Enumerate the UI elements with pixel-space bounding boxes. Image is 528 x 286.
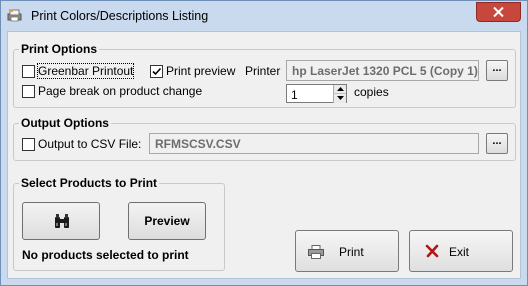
select-products-title: Select Products to Print [19,176,160,190]
greenbar-label[interactable]: Greenbar Printout [36,63,135,79]
print-preview-label[interactable]: Print preview [166,64,235,78]
print-button[interactable]: Print [295,230,399,272]
output-options-title: Output Options [19,116,111,130]
printer-field[interactable]: hp LaserJet 1320 PCL 5 (Copy 1) [286,60,479,81]
exit-button-label: Exit [449,245,470,259]
page-break-label[interactable]: Page break on product change [38,84,202,98]
csv-file-value: RFMSCSV.CSV [155,137,241,151]
output-options-group: Output Options Output to CSV File: RFMSC… [13,116,516,161]
copies-down-button[interactable] [333,94,346,103]
printer-browse-button[interactable]: ... [486,60,508,81]
csv-browse-button[interactable]: ... [486,133,508,154]
page-break-checkbox[interactable] [22,85,35,98]
close-button[interactable] [476,2,521,22]
title-bar[interactable]: Print Colors/Descriptions Listing [1,1,527,30]
printer-label: Printer [245,64,281,78]
print-options-group: Print Options Greenbar Printout Print pr… [13,42,516,108]
window-title: Print Colors/Descriptions Listing [31,9,209,23]
find-products-button[interactable] [22,202,100,240]
preview-button[interactable]: Preview [128,202,206,240]
copies-label: copies [354,85,389,99]
dialog-client-area: Print Options Greenbar Printout Print pr… [7,31,521,279]
selection-status: No products selected to print [22,248,189,262]
printer-value: hp LaserJet 1320 PCL 5 (Copy 1) [292,64,478,78]
dialog-window: Print Colors/Descriptions Listing Print … [0,0,528,286]
close-icon [493,7,504,17]
app-icon [7,8,23,22]
print-preview-checkbox[interactable] [150,65,163,78]
csv-file-field[interactable]: RFMSCSV.CSV [149,133,479,154]
printer-icon [308,245,324,262]
copies-value: 1 [291,88,298,102]
print-button-label: Print [339,245,364,259]
exit-button[interactable]: Exit [409,230,513,272]
csv-label[interactable]: Output to CSV File: [38,137,141,151]
greenbar-checkbox[interactable] [22,65,35,78]
csv-checkbox[interactable] [22,138,35,151]
binoculars-icon [54,214,70,232]
print-options-title: Print Options [19,42,99,56]
copies-stepper[interactable]: 1 [286,84,347,103]
copies-up-button[interactable] [333,85,346,94]
red-x-icon [425,244,439,261]
select-products-group: Select Products to Print Preview No prod… [13,176,225,271]
